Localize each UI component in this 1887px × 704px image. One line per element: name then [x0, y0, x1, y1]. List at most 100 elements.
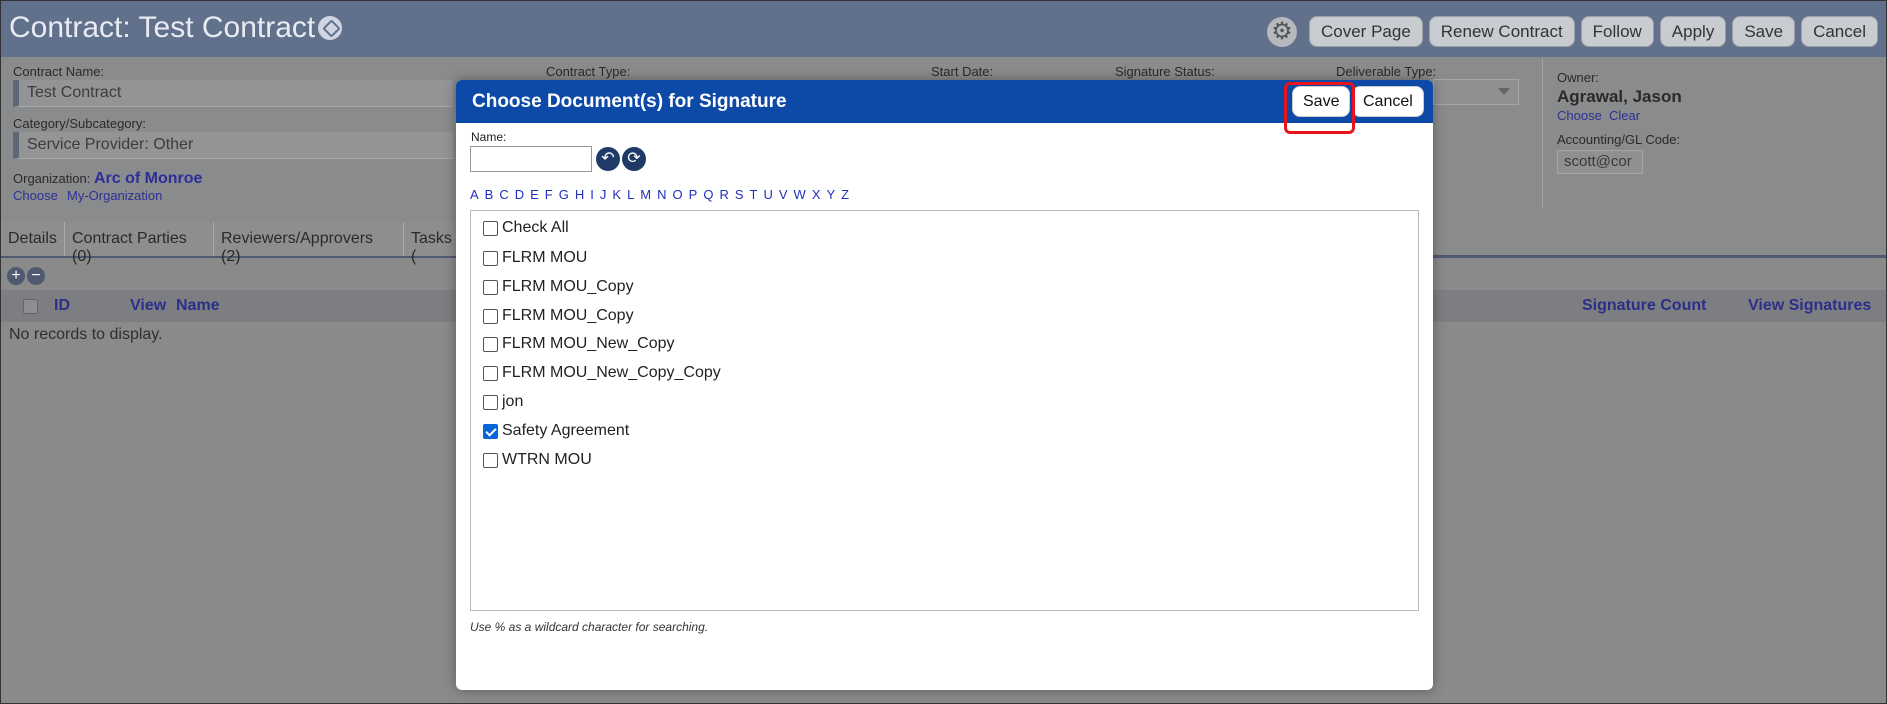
empty-message: No records to display.	[9, 326, 163, 343]
column-id[interactable]: ID	[54, 297, 70, 315]
select-all-checkbox[interactable]	[23, 299, 38, 314]
organization-link[interactable]: Arc of Monroe	[94, 170, 202, 187]
follow-button[interactable]: Follow	[1580, 16, 1654, 47]
org-choose-link[interactable]: Choose	[13, 188, 58, 203]
letter-y[interactable]: Y	[826, 187, 835, 202]
gear-icon[interactable]: ⚙	[1267, 16, 1297, 47]
letter-v[interactable]: V	[779, 187, 788, 202]
document-list: Check All FLRM MOU FLRM MOU_Copy FLRM MO…	[470, 210, 1419, 611]
document-checkbox[interactable]	[483, 394, 498, 410]
chevron-down-icon	[1498, 88, 1510, 95]
tab-tasks[interactable]: Tasks (	[404, 222, 464, 265]
check-all-checkbox[interactable]	[483, 220, 498, 236]
check-all-label: Check All	[502, 219, 569, 236]
letter-i[interactable]: I	[590, 187, 594, 202]
category-field[interactable]: Service Provider: Other	[13, 132, 453, 159]
organization-label-text: Organization:	[13, 171, 91, 186]
save-button[interactable]: Save	[1732, 16, 1796, 47]
undo-icon[interactable]: ↶	[596, 147, 620, 171]
tab-details[interactable]: Details	[1, 222, 65, 256]
letter-m[interactable]: M	[640, 187, 651, 202]
list-item[interactable]: Safety Agreement	[483, 422, 629, 440]
letter-j[interactable]: J	[600, 187, 607, 202]
list-item[interactable]: WTRN MOU	[483, 451, 592, 469]
document-label: FLRM MOU	[502, 249, 588, 266]
list-item[interactable]: FLRM MOU_Copy	[483, 278, 634, 296]
alphabet-filter: A B C D E F G H I J K L M N O P Q R S T …	[470, 187, 849, 202]
letter-d[interactable]: D	[515, 187, 524, 202]
column-signature-count[interactable]: Signature Count	[1582, 297, 1706, 315]
document-label: FLRM MOU_New_Copy	[502, 335, 675, 352]
document-checkbox[interactable]	[483, 250, 498, 266]
organization-label: Organization: Arc of Monroe	[13, 170, 202, 188]
document-label: WTRN MOU	[502, 451, 592, 468]
cancel-button[interactable]: Cancel	[1801, 16, 1878, 47]
letter-b[interactable]: B	[485, 187, 494, 202]
letter-u[interactable]: U	[763, 187, 772, 202]
grid-toolbar: + −	[7, 267, 45, 285]
letter-e[interactable]: E	[530, 187, 539, 202]
letter-c[interactable]: C	[499, 187, 508, 202]
owner-clear-link[interactable]: Clear	[1609, 108, 1640, 123]
column-view[interactable]: View	[130, 297, 166, 315]
apply-button[interactable]: Apply	[1659, 16, 1727, 47]
dialog-save-button[interactable]: Save	[1292, 86, 1351, 117]
category-label: Category/Subcategory:	[13, 116, 146, 131]
top-bar: Contract: Test Contract ⚙ Cover Page Ren…	[1, 1, 1886, 57]
cover-page-button[interactable]: Cover Page	[1309, 16, 1423, 47]
name-search-input[interactable]	[470, 146, 592, 172]
accounting-field[interactable]: scott@cor	[1557, 150, 1643, 174]
letter-p[interactable]: P	[689, 187, 698, 202]
document-checkbox[interactable]	[483, 423, 498, 439]
dialog-cancel-button[interactable]: Cancel	[1352, 86, 1424, 117]
start-date-label: Start Date:	[931, 64, 994, 79]
divider	[1542, 59, 1543, 209]
document-checkbox[interactable]	[483, 279, 498, 295]
contract-name-label: Contract Name:	[13, 64, 105, 79]
owner-choose-link[interactable]: Choose	[1557, 108, 1602, 123]
letter-a[interactable]: A	[470, 187, 479, 202]
top-actions: ⚙ Cover Page Renew Contract Follow Apply…	[1267, 16, 1878, 47]
tag-icon[interactable]	[318, 16, 343, 40]
check-all-item[interactable]: Check All	[483, 219, 569, 237]
document-checkbox[interactable]	[483, 308, 498, 324]
letter-f[interactable]: F	[545, 187, 553, 202]
remove-icon[interactable]: −	[27, 267, 45, 285]
letter-z[interactable]: Z	[841, 187, 849, 202]
column-name[interactable]: Name	[176, 297, 220, 315]
letter-o[interactable]: O	[673, 187, 683, 202]
list-item[interactable]: FLRM MOU	[483, 249, 587, 267]
letter-k[interactable]: K	[612, 187, 621, 202]
add-icon[interactable]: +	[7, 267, 25, 285]
letter-q[interactable]: Q	[703, 187, 713, 202]
letter-x[interactable]: X	[812, 187, 821, 202]
column-view-signatures[interactable]: View Signatures	[1748, 297, 1871, 315]
letter-r[interactable]: R	[719, 187, 728, 202]
refresh-icon[interactable]: ⟳	[622, 147, 646, 171]
list-item[interactable]: FLRM MOU_New_Copy	[483, 335, 674, 353]
document-label: FLRM MOU_Copy	[502, 307, 634, 324]
contract-name-field[interactable]: Test Contract	[13, 80, 453, 107]
document-label: jon	[502, 393, 524, 410]
org-my-organization-link[interactable]: My-Organization	[67, 188, 162, 203]
letter-g[interactable]: G	[559, 187, 569, 202]
letter-n[interactable]: N	[657, 187, 666, 202]
list-item[interactable]: jon	[483, 393, 523, 411]
deliverable-type-label: Deliverable Type:	[1336, 64, 1437, 79]
deliverable-type-select[interactable]	[1433, 79, 1519, 105]
tab-contract-parties[interactable]: Contract Parties (0)	[65, 222, 214, 265]
list-item[interactable]: FLRM MOU_Copy	[483, 307, 634, 325]
document-checkbox[interactable]	[483, 452, 498, 468]
letter-h[interactable]: H	[575, 187, 584, 202]
letter-l[interactable]: L	[627, 187, 634, 202]
page-title-text: Contract: Test Contract	[9, 11, 316, 44]
tab-reviewers-approvers[interactable]: Reviewers/Approvers (2)	[214, 222, 404, 265]
letter-w[interactable]: W	[794, 187, 806, 202]
letter-s[interactable]: S	[735, 187, 744, 202]
renew-contract-button[interactable]: Renew Contract	[1428, 16, 1575, 47]
document-checkbox[interactable]	[483, 365, 498, 381]
letter-t[interactable]: T	[750, 187, 758, 202]
list-item[interactable]: FLRM MOU_New_Copy_Copy	[483, 364, 721, 382]
document-checkbox[interactable]	[483, 336, 498, 352]
owner-label: Owner:	[1557, 70, 1599, 85]
